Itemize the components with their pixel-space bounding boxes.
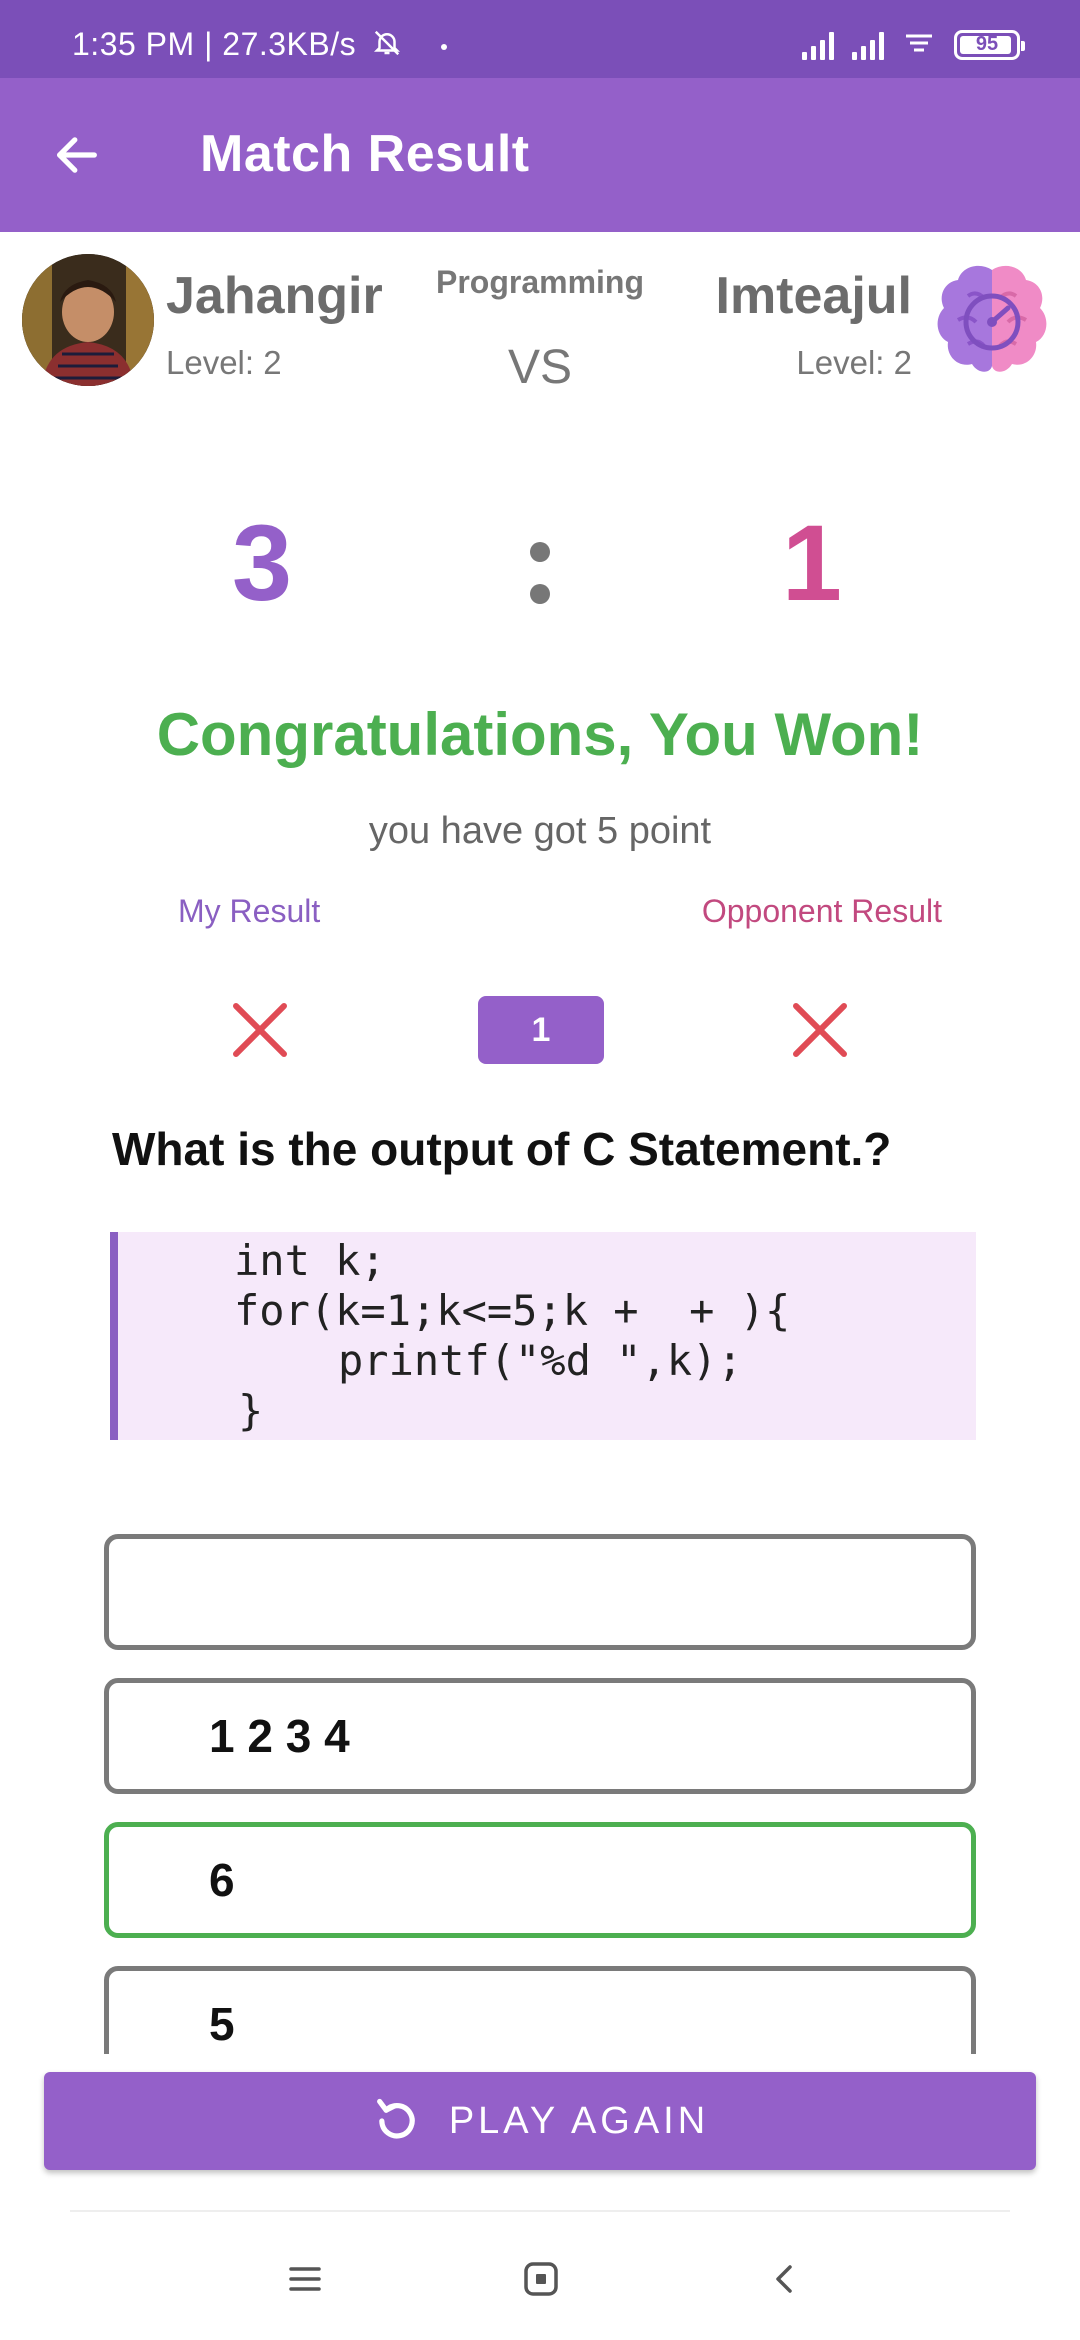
result-headline: Congratulations, You Won!: [156, 701, 924, 768]
status-time-speed: 1:35 PM | 27.3KB/s: [72, 26, 357, 62]
arrow-left-icon: [57, 137, 97, 173]
vs-label: VS: [507, 341, 573, 394]
play-again-label: PLAY AGAIN: [448, 2099, 710, 2142]
answer-option[interactable]: [104, 1534, 976, 1650]
my-result-label: My Result: [178, 893, 321, 929]
notification-dot: [440, 43, 447, 50]
signal-icon-2: [852, 30, 884, 60]
question-text: What is the output of C Statement.?: [112, 1123, 892, 1175]
opponent-score: 1: [781, 502, 842, 623]
question-number-badge[interactable]: 1: [478, 996, 604, 1064]
answer-option[interactable]: 1 2 3 4: [104, 1678, 976, 1794]
recent-apps-button[interactable]: [280, 2254, 330, 2304]
code-line: int k;: [234, 1236, 386, 1285]
battery-icon: 95: [954, 29, 1025, 60]
chevron-left-icon: [776, 2265, 792, 2293]
home-icon: [524, 2262, 558, 2296]
code-line: printf("%d ",k);: [338, 1336, 743, 1385]
brain-icon: [928, 256, 1056, 384]
back-button[interactable]: [44, 122, 110, 188]
answer-options: 1 2 3 4 6 5: [104, 1534, 976, 2054]
wifi-icon: [902, 28, 936, 61]
score-separator: [0, 520, 1080, 626]
status-bar: 1:35 PM | 27.3KB/s 95: [0, 0, 1080, 78]
match-category: Programming: [435, 264, 645, 300]
play-again-button[interactable]: PLAY AGAIN: [44, 2072, 1036, 2170]
home-button[interactable]: [516, 2254, 566, 2304]
replay-icon: [376, 2098, 415, 2139]
points-earned: you have got 5 point: [368, 810, 712, 852]
opponent-level: Level: 2: [796, 344, 912, 381]
muted-bell-icon: [372, 28, 402, 66]
menu-icon: [289, 2267, 321, 2291]
system-nav-bar: [0, 2212, 1080, 2340]
opponent-name: Imteajul: [715, 267, 913, 325]
app-bar: Match Result: [0, 78, 1080, 232]
cross-icon: [230, 1000, 290, 1060]
code-line: for(k=1;k<=5;k + + ){: [234, 1286, 791, 1335]
opponent-result-label: Opponent Result: [701, 893, 942, 929]
system-back-button[interactable]: [758, 2254, 808, 2304]
code-line: }: [238, 1386, 264, 1435]
page-title: Match Result: [200, 125, 530, 183]
answer-option[interactable]: 5: [104, 1966, 976, 2054]
answer-option-correct[interactable]: 6: [104, 1822, 976, 1938]
signal-icon: [802, 30, 834, 60]
status-time: 1:35 PM | 27.3KB/s: [72, 26, 447, 66]
cross-icon: [790, 1000, 850, 1060]
battery-level: 95: [975, 33, 999, 55]
status-icons: 95: [802, 28, 1025, 61]
code-block: int k; for(k=1;k<=5;k + + ){ printf("%d …: [110, 1232, 976, 1440]
